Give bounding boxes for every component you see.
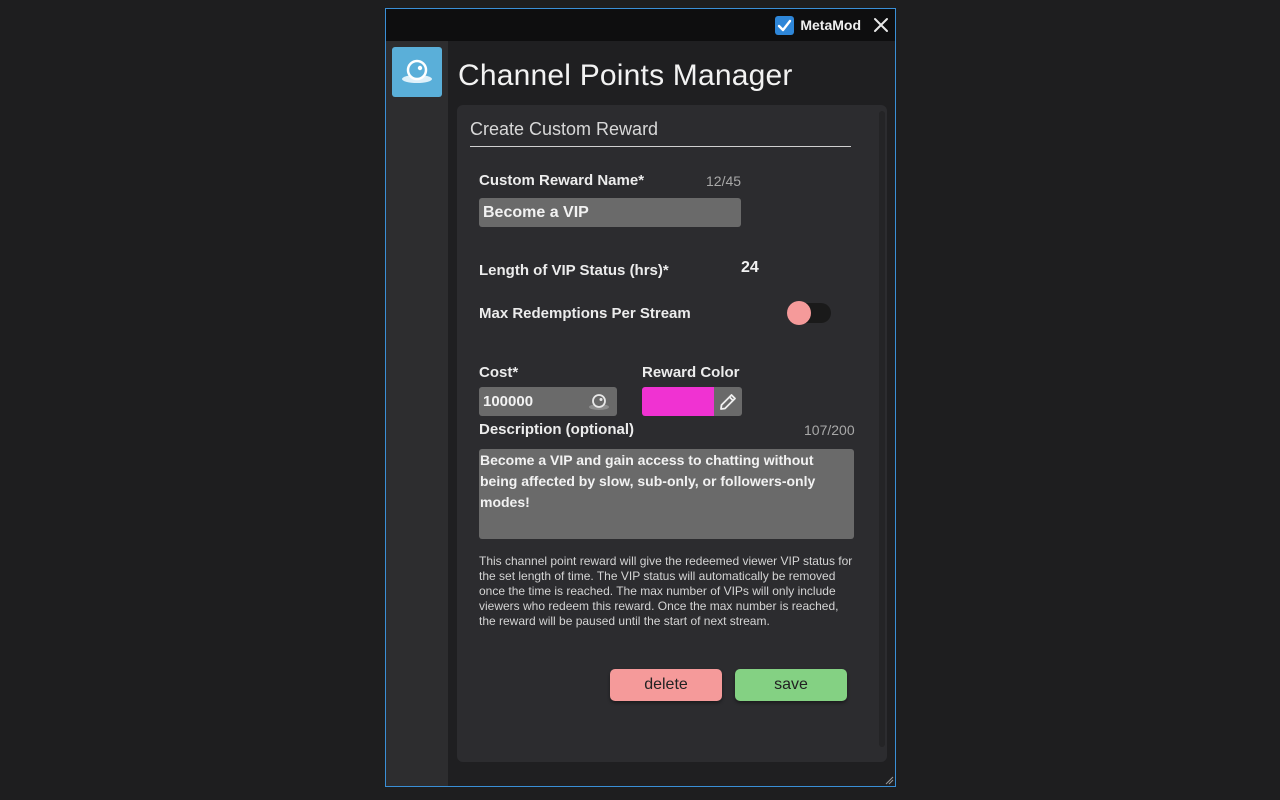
sidebar-item-channel-points[interactable] [392, 47, 442, 97]
cost-label: Cost* [479, 364, 519, 381]
description-textarea[interactable]: Become a VIP and gain access to chatting… [479, 449, 854, 539]
scrollbar[interactable] [879, 111, 885, 747]
toggle-knob [787, 301, 811, 325]
delete-button[interactable]: delete [610, 669, 722, 701]
brand-name: MetaMod [800, 17, 861, 33]
close-button[interactable] [871, 15, 891, 35]
check-icon [775, 15, 795, 35]
description-counter: 107/200 [804, 422, 855, 438]
close-icon [874, 18, 888, 32]
channel-points-icon [402, 59, 432, 83]
max-redemptions-toggle[interactable] [787, 301, 831, 325]
reward-name-counter: 12/45 [706, 173, 742, 189]
title-bar: MetaMod [386, 9, 895, 41]
page-title: Channel Points Manager [458, 59, 793, 92]
sidebar [386, 41, 448, 786]
vip-length-value[interactable]: 24 [741, 259, 759, 277]
app-window: MetaMod Channel Points Manager Create Cu… [385, 8, 896, 787]
resize-grip-icon[interactable] [884, 775, 894, 785]
cost-input[interactable] [479, 387, 584, 416]
brand: MetaMod [775, 15, 861, 35]
color-edit-button[interactable] [714, 387, 742, 416]
reward-name-input[interactable] [479, 198, 741, 227]
reward-name-label: Custom Reward Name* [479, 172, 645, 189]
save-button[interactable]: save [735, 669, 847, 701]
cost-field [479, 387, 617, 416]
color-swatch [642, 387, 714, 416]
max-redemptions-label: Max Redemptions Per Stream [479, 305, 691, 322]
reward-color-picker[interactable] [642, 387, 742, 416]
section-title: Create Custom Reward [470, 119, 851, 147]
pencil-icon [720, 393, 736, 410]
reward-color-label: Reward Color [642, 364, 740, 381]
description-label: Description (optional) [479, 421, 634, 438]
help-text: This channel point reward will give the … [479, 554, 853, 628]
channel-points-icon [589, 394, 609, 410]
reward-form-card: Create Custom Reward Custom Reward Name*… [457, 105, 887, 762]
vip-length-label: Length of VIP Status (hrs)* [479, 262, 669, 279]
